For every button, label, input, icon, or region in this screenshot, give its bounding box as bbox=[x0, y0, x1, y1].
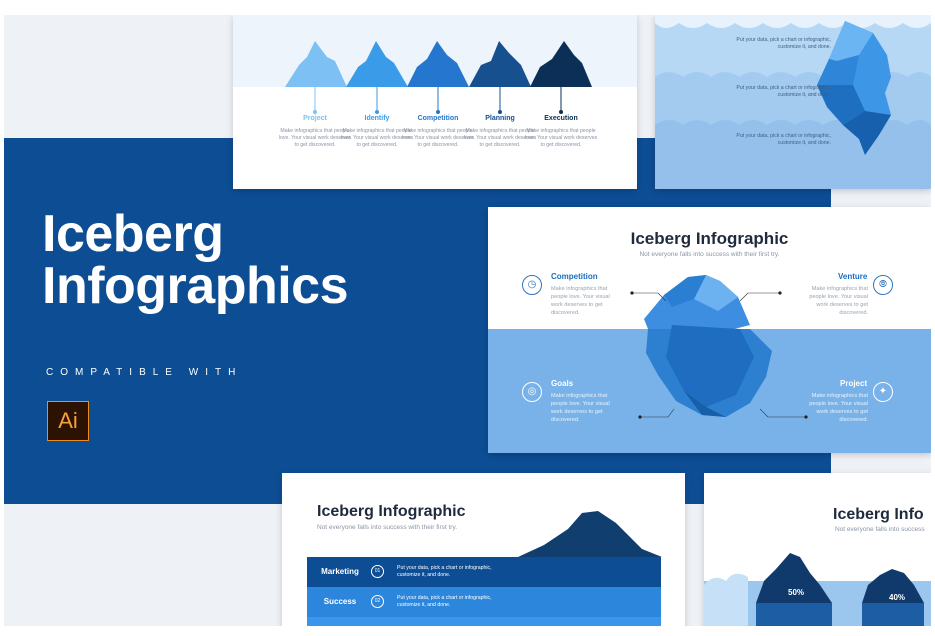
main-item-text: Make infographics that people love. Your… bbox=[551, 286, 610, 316]
hero-title-line1: Iceberg bbox=[42, 205, 224, 263]
main-item-title-project: Project bbox=[840, 379, 868, 388]
row-success: Success 02 Put your data, pick a chart o… bbox=[307, 587, 661, 617]
step-iceberg-5 bbox=[530, 37, 592, 115]
step-label-execution: Execution bbox=[544, 115, 578, 122]
row-partial bbox=[307, 617, 661, 626]
slide-main: Iceberg Infographic Not everyone falls i… bbox=[488, 207, 931, 453]
hero-title: Iceberg Infographics bbox=[42, 205, 349, 315]
clock-icon: ◷ bbox=[522, 275, 542, 295]
main-item-title-venture: Venture bbox=[838, 272, 868, 281]
slide-percent-title: Iceberg Info bbox=[833, 506, 924, 523]
main-item-title-goals: Goals bbox=[551, 379, 574, 388]
main-item-text: Make infographics that people love. Your… bbox=[809, 286, 868, 316]
compatible-with-label: COMPATIBLE WITH bbox=[46, 367, 243, 378]
main-item-text: Make infographics that people love. Your… bbox=[551, 393, 610, 423]
row-number: 02 bbox=[371, 595, 384, 608]
compass-icon: ⦾ bbox=[873, 275, 893, 295]
row-name: Marketing bbox=[321, 567, 359, 576]
step-iceberg-4 bbox=[469, 37, 531, 115]
percent-label-1: 50% bbox=[788, 588, 805, 597]
main-item-text: Make infographics that people love. Your… bbox=[809, 393, 868, 423]
illustrator-logo-icon: Ai bbox=[47, 401, 89, 441]
row-name: Success bbox=[323, 597, 357, 606]
row-number: 01 bbox=[371, 565, 384, 578]
water-text-3: Put your data, pick a chart or infograph… bbox=[736, 133, 831, 146]
hero-title-line2: Infographics bbox=[42, 257, 349, 315]
slide-percent-subtitle: Not everyone falls into success bbox=[835, 526, 925, 533]
percent-label-2: 40% bbox=[889, 593, 906, 602]
slide-rows: Iceberg Infographic Not everyone falls i… bbox=[282, 473, 685, 626]
slide-steps: Project Identify Competition Planning Ex… bbox=[233, 15, 637, 189]
row-marketing: Marketing 01 Put your data, pick a chart… bbox=[307, 557, 661, 587]
row-desc: Put your data, pick a chart or infograph… bbox=[397, 565, 492, 578]
main-item-title-competition: Competition bbox=[551, 272, 598, 281]
step-iceberg-1 bbox=[285, 37, 347, 115]
step-iceberg-2 bbox=[346, 37, 408, 115]
slide-percent: Iceberg Info Not everyone falls into suc… bbox=[704, 473, 931, 626]
water-text-1: Put your data, pick a chart or infograph… bbox=[736, 37, 831, 50]
water-text-2: Put your data, pick a chart or infograph… bbox=[736, 85, 831, 98]
step-desc: Make infographics that people love. Your… bbox=[524, 128, 598, 148]
pin-icon: ✦ bbox=[873, 382, 893, 402]
slide-water: Put your data, pick a chart or infograph… bbox=[655, 15, 931, 189]
percent-iceberg-illustration bbox=[704, 542, 931, 626]
step-iceberg-3 bbox=[407, 37, 469, 115]
goal-icon: ◎ bbox=[522, 382, 542, 402]
row-desc: Put your data, pick a chart or infograph… bbox=[397, 595, 492, 608]
preview-canvas: Iceberg Infographics COMPATIBLE WITH Ai bbox=[4, 15, 931, 626]
